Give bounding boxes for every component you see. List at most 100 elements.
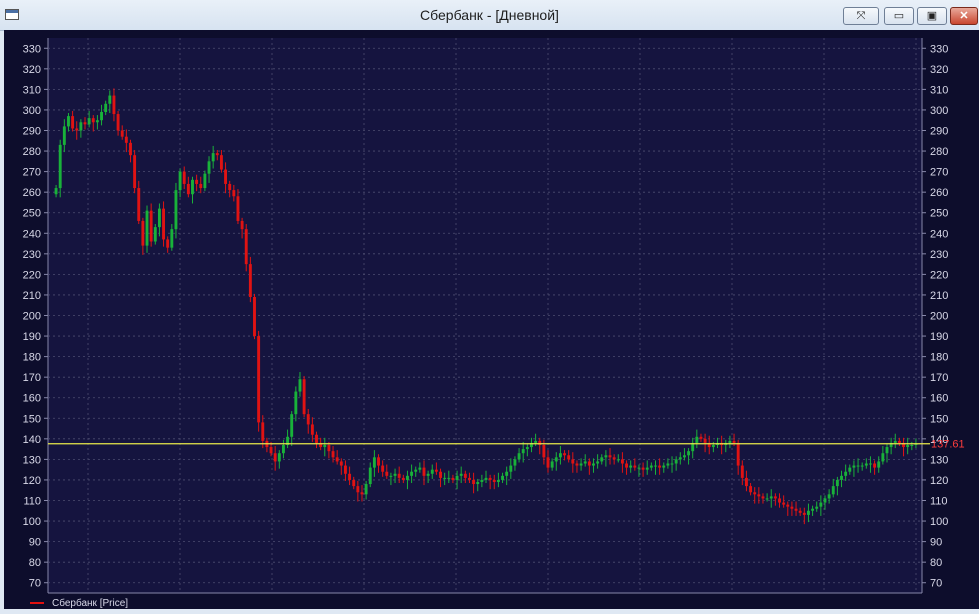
candle-body (521, 449, 525, 454)
candle-body (897, 440, 901, 443)
y-tick-label-left: 300 (23, 105, 41, 117)
candle-body (678, 457, 682, 460)
y-tick-label-right: 220 (930, 269, 948, 281)
candle-body (769, 496, 773, 499)
candle-body (674, 459, 678, 464)
candle-body (157, 208, 161, 228)
candle-body (104, 103, 108, 112)
candle-body (558, 453, 562, 458)
candle-body (790, 506, 794, 509)
candle-body (740, 465, 744, 478)
candle-body (244, 229, 248, 265)
candle-body (476, 482, 480, 485)
candle-body (827, 494, 831, 499)
candle-body (546, 457, 550, 468)
candle-body (682, 455, 686, 458)
candle-body (773, 496, 777, 499)
candle-body (505, 471, 509, 476)
candle-body (430, 469, 434, 474)
candle-body (414, 469, 418, 472)
candle-body (372, 457, 376, 468)
y-tick-label-right: 270 (930, 167, 948, 179)
candle-body (410, 471, 414, 476)
candle-body (137, 188, 141, 221)
y-tick-label-left: 80 (29, 557, 41, 569)
candle-body (629, 465, 633, 468)
candle-body (835, 479, 839, 487)
candle-body (443, 477, 447, 479)
y-tick-label-right: 310 (930, 84, 948, 96)
candle-body (356, 486, 360, 493)
candle-body (327, 445, 331, 452)
candle-body (149, 210, 153, 242)
candle-body (513, 459, 517, 466)
maximize-button[interactable]: ▣ (917, 7, 947, 25)
candle-body (120, 130, 124, 137)
chart-area[interactable]: 70 70 80 80 90 90 100 100 110 110 120 120 130 130 140 1… (4, 30, 979, 609)
candle-body (451, 477, 455, 480)
candle-body (422, 467, 426, 476)
y-tick-label-right: 80 (930, 557, 942, 569)
candle-body (232, 190, 236, 197)
y-tick-label-right: 210 (930, 290, 948, 302)
candle-body (269, 447, 273, 454)
candle-body (625, 463, 629, 468)
candle-body (819, 502, 823, 507)
candle-body (191, 179, 194, 195)
candle-body (649, 465, 653, 468)
candle-body (393, 473, 397, 476)
y-tick-label-right: 290 (930, 126, 948, 138)
y-tick-label-left: 70 (29, 578, 41, 590)
candle-body (616, 459, 620, 461)
candle-body (732, 440, 736, 443)
candle-body (87, 118, 91, 125)
y-tick-label-right: 120 (930, 475, 948, 487)
y-tick-label-left: 120 (23, 475, 41, 487)
candle-body (352, 479, 356, 487)
candle-body (71, 116, 75, 129)
y-tick-label-left: 240 (23, 228, 41, 240)
candle-body (699, 436, 703, 439)
candle-body (596, 461, 600, 464)
candle-body (224, 169, 228, 184)
candle-body (906, 445, 910, 448)
candle-body (575, 463, 579, 466)
candle-body (856, 465, 860, 467)
candle-body (83, 122, 87, 125)
candle-body (273, 453, 277, 462)
candle-body (385, 471, 389, 476)
candle-body (257, 336, 261, 423)
candle-body (563, 453, 566, 456)
candle-body (116, 114, 120, 131)
candle-body (637, 467, 641, 469)
candle-body (501, 475, 504, 480)
candle-body (604, 455, 608, 458)
candle-body (612, 457, 616, 460)
candle-body (240, 220, 244, 230)
y-tick-label-right: 150 (930, 413, 948, 425)
y-tick-label-left: 220 (23, 269, 41, 281)
candle-body (860, 465, 864, 467)
y-tick-label-left: 190 (23, 331, 41, 343)
candle-body (261, 422, 265, 441)
minimize-button[interactable]: ▭ (884, 7, 914, 25)
y-tick-label-right: 250 (930, 208, 948, 220)
candle-body (62, 126, 66, 145)
candle-body (219, 155, 223, 170)
candle-body (75, 128, 79, 131)
y-tick-label-left: 250 (23, 208, 41, 220)
y-tick-label-left: 270 (23, 167, 41, 179)
close-button[interactable]: ✕ (950, 7, 978, 25)
y-tick-label-right: 240 (930, 228, 948, 240)
y-tick-label-right: 300 (930, 105, 948, 117)
candle-body (253, 297, 256, 337)
restore-layout-button[interactable]: ⤧ (843, 7, 879, 25)
candle-body (592, 463, 595, 466)
candle-body (736, 442, 740, 466)
candle-body (174, 190, 178, 230)
y-tick-label-right: 200 (930, 311, 948, 323)
candle-body (802, 512, 806, 515)
y-tick-label-right: 180 (930, 352, 948, 364)
candle-body (459, 473, 463, 476)
price-chart-svg[interactable]: 70 70 80 80 90 90 100 100 110 110 120 120 130 130 140 1… (4, 30, 979, 609)
